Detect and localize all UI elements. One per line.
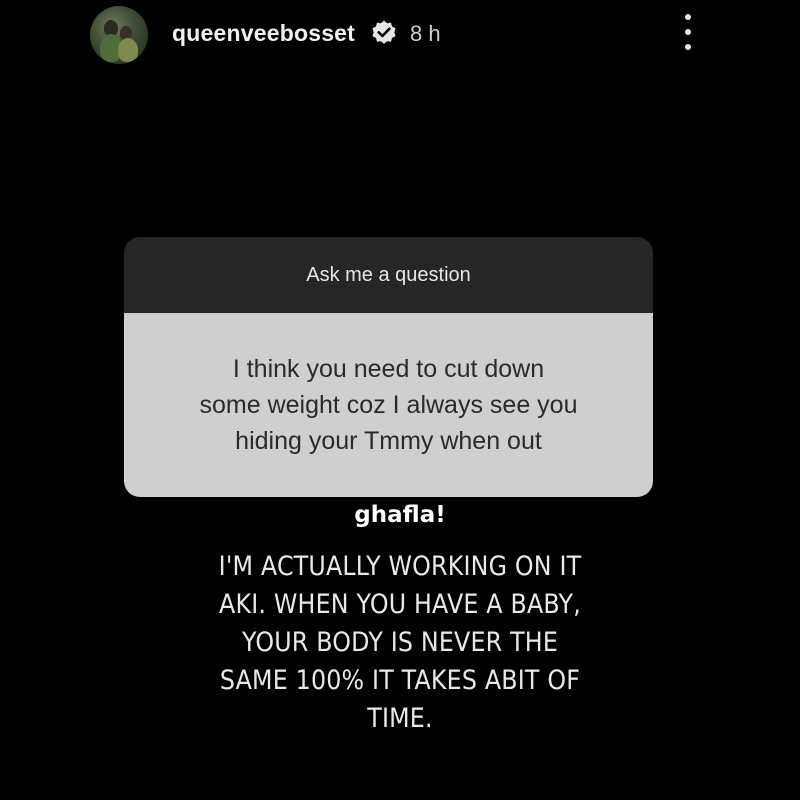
answer-text: I'M ACTUALLY WORKING ON IT AKI. WHEN YOU… [180, 548, 620, 738]
story-header: queenveebosset 8 h [0, 0, 800, 70]
question-prompt: Ask me a question [124, 237, 653, 313]
dot [685, 29, 691, 35]
username[interactable]: queenveebosset [172, 20, 355, 47]
answer-line: AKI. WHEN YOU HAVE A BABY, [219, 589, 581, 620]
verified-badge-icon [372, 20, 396, 44]
dot [685, 44, 691, 50]
answer-line: YOUR BODY IS NEVER THE [241, 627, 559, 658]
answer-line: I'M ACTUALLY WORKING ON IT [218, 551, 582, 582]
profile-avatar[interactable] [90, 6, 148, 64]
more-vertical-icon[interactable] [678, 14, 698, 50]
answer-line: SAME 100% IT TAKES ABIT OF [219, 665, 581, 696]
dot [685, 14, 691, 20]
question-line: I think you need to cut down [232, 355, 545, 383]
answer-line: TIME. [367, 703, 433, 734]
question-line: hiding your Tmmy when out [235, 427, 542, 455]
watermark-logo: ghafla! [354, 502, 446, 528]
question-text: I think you need to cut down some weight… [124, 313, 653, 497]
question-line: some weight coz I always see you [199, 391, 578, 419]
question-sticker: Ask me a question I think you need to cu… [124, 237, 653, 497]
post-time: 8 h [410, 21, 441, 46]
